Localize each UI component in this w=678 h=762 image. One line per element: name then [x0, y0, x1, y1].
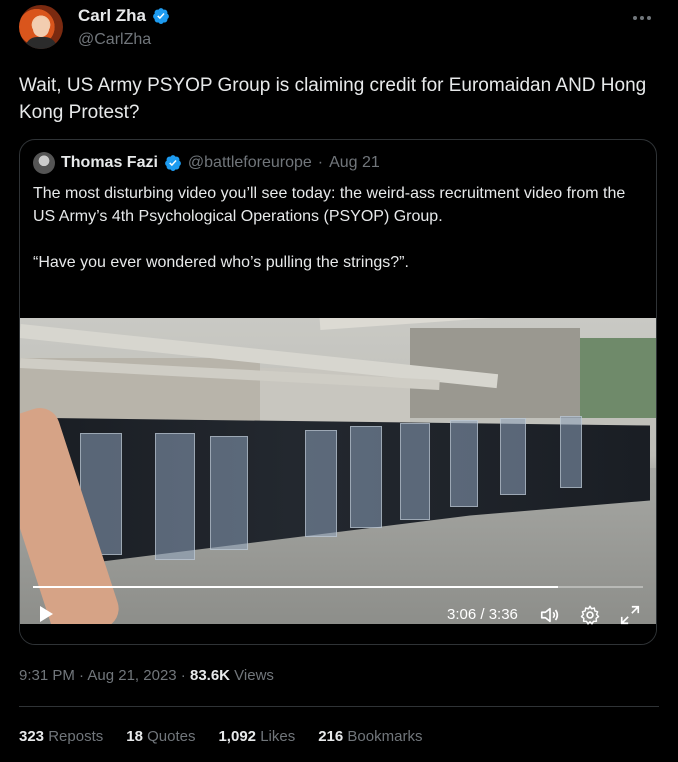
author-display-name[interactable]: Carl Zha	[78, 6, 146, 26]
riot-shield	[155, 433, 195, 560]
meta-separator: ·	[176, 667, 190, 684]
avatar-body	[25, 37, 57, 49]
volume-icon[interactable]	[539, 604, 561, 626]
more-dot-icon	[647, 16, 651, 20]
author-name-row: Carl Zha	[78, 6, 170, 26]
author-avatar[interactable]	[19, 5, 63, 49]
riot-shield	[500, 418, 526, 495]
quoted-tweet[interactable]: Thomas Fazi @battleforeurope · Aug 21 Th…	[19, 139, 657, 645]
more-dot-icon	[633, 16, 637, 20]
views-count: 83.6K	[189, 667, 231, 684]
video-progress-fill	[33, 586, 559, 588]
tweet-date[interactable]: Aug 21, 2023	[87, 667, 176, 684]
tweet-time[interactable]: 9:31 PM	[19, 667, 75, 684]
quoted-author-name[interactable]: Thomas Fazi	[61, 154, 158, 172]
stat-reposts[interactable]: 323 Reposts	[19, 728, 103, 745]
divider	[19, 706, 659, 707]
stat-quotes[interactable]: 18 Quotes	[126, 728, 195, 745]
riot-shield	[305, 430, 337, 537]
video-time: 3:06 / 3:36	[447, 606, 518, 623]
meta-separator: ·	[74, 667, 88, 684]
riot-shield	[450, 420, 478, 507]
engagement-stats: 323 Reposts 18 Quotes 1,092 Likes 216 Bo…	[19, 728, 422, 745]
quoted-author-handle[interactable]: @battleforeurope	[188, 154, 312, 172]
riot-shield	[210, 436, 248, 550]
verified-badge-icon	[165, 155, 181, 171]
tweet-text: Wait, US Army PSYOP Group is claiming cr…	[19, 75, 647, 123]
video-progress-bar[interactable]	[33, 586, 643, 588]
stat-label: Reposts	[48, 728, 104, 745]
fullscreen-icon[interactable]	[619, 604, 641, 626]
quoted-paragraph: The most disturbing video you’ll see tod…	[33, 185, 626, 225]
author-handle[interactable]: @CarlZha	[78, 31, 151, 49]
riot-shield	[560, 416, 582, 488]
video-player[interactable]: 3:06 / 3:36	[20, 318, 656, 644]
stat-label: Bookmarks	[347, 728, 423, 745]
avatar-face	[33, 17, 49, 37]
video-controls: 3:06 / 3:36	[20, 596, 656, 636]
stat-bookmarks[interactable]: 216 Bookmarks	[318, 728, 422, 745]
quoted-tweet-header: Thomas Fazi @battleforeurope · Aug 21	[33, 152, 380, 174]
background-building	[580, 338, 656, 418]
stat-count: 216	[318, 728, 344, 745]
riot-shield	[400, 423, 430, 520]
video-frame	[20, 318, 656, 624]
stat-label: Quotes	[147, 728, 196, 745]
quoted-separator: ·	[317, 154, 324, 171]
quoted-date[interactable]: Aug 21	[329, 154, 380, 172]
stat-count: 323	[19, 728, 45, 745]
tweet-meta: 9:31 PM · Aug 21, 2023 · 83.6K Views	[19, 667, 274, 684]
stat-count: 1,092	[218, 728, 257, 745]
more-dot-icon	[640, 16, 644, 20]
stat-likes[interactable]: 1,092 Likes	[218, 728, 295, 745]
quoted-author-avatar[interactable]	[33, 152, 55, 174]
views-label: Views	[230, 667, 274, 684]
verified-badge-icon	[153, 8, 169, 24]
quoted-tweet-text: The most disturbing video you’ll see tod…	[33, 182, 643, 274]
riot-shield	[350, 426, 382, 528]
quoted-paragraph: “Have you ever wondered who’s pulling th…	[33, 254, 409, 271]
settings-gear-icon[interactable]	[579, 604, 601, 626]
play-icon[interactable]	[36, 604, 56, 624]
stat-count: 18	[126, 728, 143, 745]
more-options-button[interactable]	[630, 8, 654, 28]
stat-label: Likes	[260, 728, 296, 745]
